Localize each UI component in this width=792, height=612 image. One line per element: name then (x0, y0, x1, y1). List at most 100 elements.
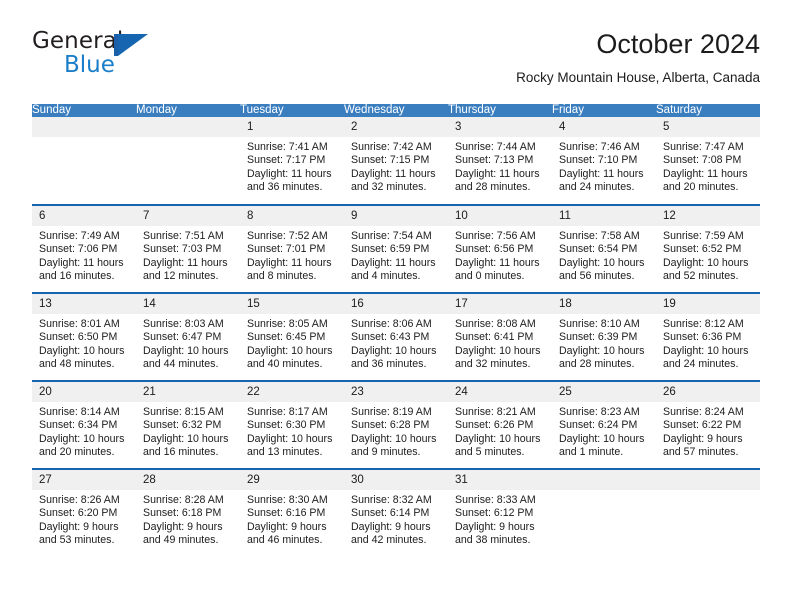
calendar-day-cell[interactable]: 17 Sunrise: 8:08 AM Sunset: 6:41 PM Dayligh… (448, 292, 552, 381)
sunrise-text: Sunrise: 8:24 AM (663, 406, 744, 418)
day-number: 5 (656, 117, 760, 137)
calendar-day-cell[interactable]: 16 Sunrise: 8:06 AM Sunset: 6:43 PM Dayligh… (344, 292, 448, 381)
calendar-day-cell[interactable]: 18 Sunrise: 8:10 AM Sunset: 6:39 PM Dayligh… (552, 292, 656, 381)
calendar-day-cell-inner: 15 Sunrise: 8:05 AM Sunset: 6:45 PM Dayligh… (240, 294, 344, 380)
calendar-day-cell[interactable]: 3 Sunrise: 7:44 AM Sunset: 7:13 PM Daylight… (448, 117, 552, 205)
day-details: Sunrise: 8:14 AM Sunset: 6:34 PM Daylight:… (32, 402, 136, 460)
calendar-day-cell-inner: 20 Sunrise: 8:14 AM Sunset: 6:34 PM Dayligh… (32, 382, 136, 468)
calendar-day-cell-inner: 30 Sunrise: 8:32 AM Sunset: 6:14 PM Dayligh… (344, 470, 448, 557)
calendar-day-cell-empty (136, 117, 240, 205)
calendar-day-cell[interactable]: 8 Sunrise: 7:52 AM Sunset: 7:01 PM Daylight… (240, 204, 344, 293)
calendar-day-cell[interactable]: 27 Sunrise: 8:26 AM Sunset: 6:20 PM Dayligh… (32, 468, 136, 557)
calendar-day-cell[interactable]: 6 Sunrise: 7:49 AM Sunset: 7:06 PM Daylight… (32, 204, 136, 293)
calendar-day-cell[interactable]: 4 Sunrise: 7:46 AM Sunset: 7:10 PM Daylight… (552, 117, 656, 205)
day-details: Sunrise: 7:41 AM Sunset: 7:17 PM Daylight:… (240, 137, 344, 195)
day-number: 11 (552, 206, 656, 226)
daylight-text: Daylight: 11 hours and 4 minutes. (351, 256, 436, 283)
sunset-text: Sunset: 6:43 PM (351, 331, 430, 344)
calendar-day-cell[interactable]: 1 Sunrise: 7:41 AM Sunset: 7:17 PM Daylight… (240, 117, 344, 205)
calendar-day-cell[interactable]: 28 Sunrise: 8:28 AM Sunset: 6:18 PM Dayligh… (136, 468, 240, 557)
calendar-day-cell-inner (552, 470, 656, 557)
calendar-day-cell[interactable]: 20 Sunrise: 8:14 AM Sunset: 6:34 PM Dayligh… (32, 380, 136, 469)
sunrise-text: Sunrise: 8:06 AM (351, 318, 432, 330)
calendar-day-cell[interactable]: 19 Sunrise: 8:12 AM Sunset: 6:36 PM Dayligh… (656, 292, 760, 381)
calendar-day-cell[interactable]: 24 Sunrise: 8:21 AM Sunset: 6:26 PM Dayligh… (448, 380, 552, 469)
calendar-day-cell-inner: 31 Sunrise: 8:33 AM Sunset: 6:12 PM Dayligh… (448, 470, 552, 557)
calendar-day-cell[interactable]: 22 Sunrise: 8:17 AM Sunset: 6:30 PM Dayligh… (240, 380, 344, 469)
calendar-day-cell-inner: 4 Sunrise: 7:46 AM Sunset: 7:10 PM Daylight… (552, 117, 656, 204)
calendar-day-cell[interactable]: 14 Sunrise: 8:03 AM Sunset: 6:47 PM Dayligh… (136, 292, 240, 381)
sunrise-text: Sunrise: 8:32 AM (351, 494, 432, 506)
day-details: Sunrise: 7:49 AM Sunset: 7:06 PM Daylight:… (32, 226, 136, 284)
day-number: 22 (240, 382, 344, 402)
sunset-text: Sunset: 6:14 PM (351, 507, 430, 520)
day-details: Sunrise: 8:05 AM Sunset: 6:45 PM Daylight:… (240, 314, 344, 372)
calendar-day-cell[interactable]: 12 Sunrise: 7:59 AM Sunset: 6:52 PM Dayligh… (656, 204, 760, 293)
day-number: 10 (448, 206, 552, 226)
day-number: 9 (344, 206, 448, 226)
calendar-day-cell-inner: 6 Sunrise: 7:49 AM Sunset: 7:06 PM Daylight… (32, 206, 136, 292)
sunrise-text: Sunrise: 8:21 AM (455, 406, 536, 418)
day-details: Sunrise: 8:03 AM Sunset: 6:47 PM Daylight:… (136, 314, 240, 372)
calendar-day-cell[interactable]: 9 Sunrise: 7:54 AM Sunset: 6:59 PM Daylight… (344, 204, 448, 293)
sunset-text: Sunset: 6:50 PM (39, 331, 118, 344)
calendar-day-cell[interactable]: 23 Sunrise: 8:19 AM Sunset: 6:28 PM Dayligh… (344, 380, 448, 469)
calendar-day-cell[interactable]: 2 Sunrise: 7:42 AM Sunset: 7:15 PM Daylight… (344, 117, 448, 205)
day-details: Sunrise: 7:44 AM Sunset: 7:13 PM Daylight:… (448, 137, 552, 195)
daylight-text: Daylight: 9 hours and 49 minutes. (143, 520, 223, 547)
calendar-day-cell-inner: 16 Sunrise: 8:06 AM Sunset: 6:43 PM Dayligh… (344, 294, 448, 380)
sunrise-text: Sunrise: 8:26 AM (39, 494, 120, 506)
calendar-day-cell[interactable]: 26 Sunrise: 8:24 AM Sunset: 6:22 PM Dayligh… (656, 380, 760, 469)
calendar-day-cell[interactable]: 13 Sunrise: 8:01 AM Sunset: 6:50 PM Dayligh… (32, 292, 136, 381)
sunrise-text: Sunrise: 8:30 AM (247, 494, 328, 506)
day-details: Sunrise: 8:06 AM Sunset: 6:43 PM Daylight:… (344, 314, 448, 372)
sunset-text: Sunset: 7:01 PM (247, 243, 326, 256)
sunset-text: Sunset: 6:26 PM (455, 419, 534, 432)
weekday-header-saturday: Saturday (656, 104, 760, 117)
calendar-day-cell[interactable]: 11 Sunrise: 7:58 AM Sunset: 6:54 PM Dayligh… (552, 204, 656, 293)
day-number (552, 470, 656, 490)
calendar-day-cell[interactable]: 15 Sunrise: 8:05 AM Sunset: 6:45 PM Dayligh… (240, 292, 344, 381)
calendar-day-cell[interactable]: 21 Sunrise: 8:15 AM Sunset: 6:32 PM Dayligh… (136, 380, 240, 469)
day-details: Sunrise: 7:51 AM Sunset: 7:03 PM Daylight:… (136, 226, 240, 284)
day-number: 16 (344, 294, 448, 314)
calendar-week-row: 27 Sunrise: 8:26 AM Sunset: 6:20 PM Dayligh… (32, 468, 760, 557)
day-details: Sunrise: 7:56 AM Sunset: 6:56 PM Daylight:… (448, 226, 552, 284)
calendar-day-cell-inner: 5 Sunrise: 7:47 AM Sunset: 7:08 PM Daylight… (656, 117, 760, 204)
sunrise-text: Sunrise: 7:44 AM (455, 141, 536, 153)
day-number: 15 (240, 294, 344, 314)
day-number: 28 (136, 470, 240, 490)
calendar-day-cell-inner: 14 Sunrise: 8:03 AM Sunset: 6:47 PM Dayligh… (136, 294, 240, 380)
day-number (656, 470, 760, 490)
day-details: Sunrise: 7:58 AM Sunset: 6:54 PM Daylight:… (552, 226, 656, 284)
sunset-text: Sunset: 7:08 PM (663, 154, 742, 167)
calendar-day-cell[interactable]: 30 Sunrise: 8:32 AM Sunset: 6:14 PM Dayligh… (344, 468, 448, 557)
calendar-day-cell-inner: 10 Sunrise: 7:56 AM Sunset: 6:56 PM Dayligh… (448, 206, 552, 292)
calendar-day-cell-inner (136, 117, 240, 204)
calendar-day-cell-empty (552, 468, 656, 557)
calendar-day-cell[interactable]: 10 Sunrise: 7:56 AM Sunset: 6:56 PM Dayligh… (448, 204, 552, 293)
day-details: Sunrise: 8:19 AM Sunset: 6:28 PM Daylight:… (344, 402, 448, 460)
calendar-day-cell-inner: 24 Sunrise: 8:21 AM Sunset: 6:26 PM Dayligh… (448, 382, 552, 468)
sunset-text: Sunset: 6:56 PM (455, 243, 534, 256)
daylight-text: Daylight: 9 hours and 57 minutes. (663, 432, 743, 459)
calendar-day-cell-inner: 27 Sunrise: 8:26 AM Sunset: 6:20 PM Dayligh… (32, 470, 136, 557)
daylight-text: Daylight: 11 hours and 12 minutes. (143, 256, 228, 283)
brand-logo[interactable]: General Blue (32, 28, 292, 88)
calendar-day-cell-inner: 28 Sunrise: 8:28 AM Sunset: 6:18 PM Dayligh… (136, 470, 240, 557)
sunrise-text: Sunrise: 8:19 AM (351, 406, 432, 418)
day-number: 24 (448, 382, 552, 402)
daylight-text: Daylight: 10 hours and 48 minutes. (39, 344, 125, 371)
calendar-body: 1 Sunrise: 7:41 AM Sunset: 7:17 PM Daylight… (32, 117, 760, 557)
day-details: Sunrise: 7:59 AM Sunset: 6:52 PM Daylight:… (656, 226, 760, 284)
weekday-header-friday: Friday (552, 104, 656, 117)
day-details: Sunrise: 8:10 AM Sunset: 6:39 PM Daylight:… (552, 314, 656, 372)
daylight-text: Daylight: 10 hours and 36 minutes. (351, 344, 437, 371)
calendar-day-cell[interactable]: 7 Sunrise: 7:51 AM Sunset: 7:03 PM Daylight… (136, 204, 240, 293)
day-number: 1 (240, 117, 344, 137)
weekday-header-thursday: Thursday (448, 104, 552, 117)
calendar-day-cell[interactable]: 25 Sunrise: 8:23 AM Sunset: 6:24 PM Dayligh… (552, 380, 656, 469)
calendar-day-cell[interactable]: 29 Sunrise: 8:30 AM Sunset: 6:16 PM Dayligh… (240, 468, 344, 557)
calendar-day-cell[interactable]: 31 Sunrise: 8:33 AM Sunset: 6:12 PM Dayligh… (448, 468, 552, 557)
calendar-day-cell[interactable]: 5 Sunrise: 7:47 AM Sunset: 7:08 PM Daylight… (656, 117, 760, 205)
